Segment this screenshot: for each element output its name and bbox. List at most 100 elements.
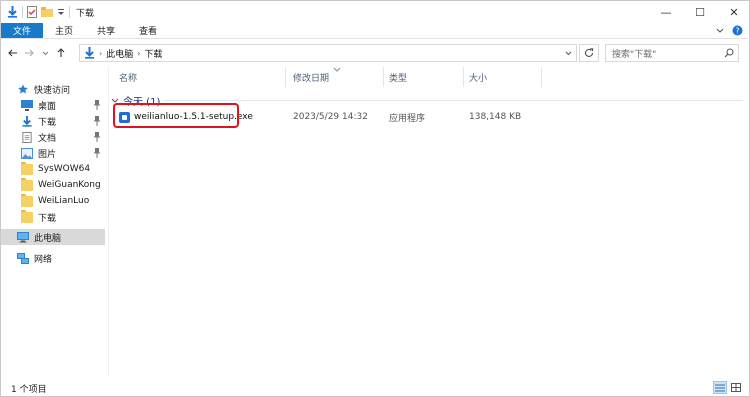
sidebar-item-label: SysWOW64 [38, 164, 91, 174]
file-size: 138,148 KB [469, 112, 522, 122]
sidebar-item-label: 图片 [38, 149, 57, 160]
highlight-annotation-box [113, 103, 239, 128]
close-button[interactable]: ✕ [717, 1, 750, 23]
pin-icon[interactable] [93, 100, 101, 110]
svg-text:?: ? [735, 26, 739, 35]
toolbar-divider [22, 6, 23, 18]
pin-icon[interactable] [93, 132, 101, 142]
download-arrow-icon[interactable] [7, 6, 18, 18]
column-header-type[interactable]: 类型 [389, 67, 407, 87]
column-divider[interactable] [463, 67, 464, 87]
sidebar-item-network[interactable]: 网络 [1, 250, 105, 266]
search-placeholder: 搜索"下载" [612, 49, 657, 60]
sidebar-item-label: 快速访问 [34, 85, 71, 96]
sort-indicator-icon [333, 65, 341, 74]
group-divider [163, 100, 743, 101]
maximize-button[interactable]: ☐ [683, 1, 717, 23]
desktop-icon [21, 99, 33, 111]
pin-icon[interactable] [93, 116, 101, 126]
tab-view[interactable]: 查看 [127, 23, 169, 38]
breadcrumb-downloads[interactable]: 下载 [144, 47, 162, 60]
quick-access-toolbar [1, 6, 70, 18]
sidebar-item-quick-access[interactable]: 快速访问 [1, 81, 105, 97]
chevron-right-icon[interactable]: › [99, 49, 102, 58]
new-folder-icon[interactable] [41, 7, 53, 17]
sidebar-item-label: WeiGuanKong [38, 180, 101, 190]
refresh-icon [585, 48, 594, 57]
download-arrow-icon [85, 47, 94, 59]
sidebar-item-this-pc[interactable]: 此电脑 [1, 229, 105, 245]
tab-home[interactable]: 主页 [43, 23, 85, 38]
breadcrumb-this-pc[interactable]: 此电脑 [106, 47, 133, 60]
view-switcher [713, 381, 743, 394]
properties-icon[interactable] [27, 6, 37, 18]
column-header-name[interactable]: 名称 [119, 67, 137, 87]
folder-icon [21, 193, 33, 207]
up-arrow-icon [57, 48, 65, 57]
chevron-down-icon [42, 51, 48, 55]
sidebar-item-label: 文档 [38, 133, 57, 144]
file-modified: 2023/5/29 14:32 [293, 112, 368, 122]
address-dropdown-button[interactable] [565, 49, 572, 58]
item-count: 1 个项目 [11, 384, 47, 395]
sidebar-item-weiguankong[interactable]: WeiGuanKong [1, 177, 105, 193]
column-header-size[interactable]: 大小 [469, 67, 487, 87]
folder-icon [21, 161, 33, 175]
pictures-icon [21, 147, 33, 159]
tab-file[interactable]: 文件 [1, 23, 44, 38]
refresh-button[interactable] [579, 44, 599, 62]
column-header-modified[interactable]: 修改日期 [293, 67, 329, 87]
forward-button[interactable] [21, 43, 37, 63]
back-arrow-icon [8, 49, 17, 57]
title-bar: 下载 — ☐ ✕ [1, 1, 750, 23]
back-button[interactable] [5, 43, 21, 63]
chevron-down-icon[interactable] [716, 28, 724, 34]
window-controls: — ☐ ✕ [649, 1, 750, 23]
tab-share[interactable]: 共享 [85, 23, 127, 38]
status-bar: 1 个项目 [1, 379, 750, 397]
recent-locations-button[interactable] [37, 43, 53, 63]
star-icon [18, 83, 28, 94]
address-bar[interactable]: › 此电脑 › 下载 [79, 44, 577, 62]
column-divider[interactable] [285, 67, 286, 87]
sidebar-item-downloads[interactable]: 下载 [1, 113, 105, 129]
sidebar-item-syswow64[interactable]: SysWOW64 [1, 161, 105, 177]
toolbar-divider [69, 6, 70, 18]
navigation-pane: 快速访问 桌面 下载 文档 图片 SysWOW64 WeiGuanKong We… [1, 69, 107, 377]
sidebar-item-documents[interactable]: 文档 [1, 129, 105, 145]
details-view-button[interactable] [713, 381, 727, 394]
navigation-bar: › 此电脑 › 下载 搜索"下载" [1, 41, 750, 65]
column-divider[interactable] [383, 67, 384, 87]
file-type: 应用程序 [389, 113, 426, 124]
minimize-button[interactable]: — [649, 1, 683, 23]
sidebar-item-desktop[interactable]: 桌面 [1, 97, 105, 113]
large-icons-view-button[interactable] [729, 381, 743, 394]
explorer-window: 下载 — ☐ ✕ 文件 主页 共享 查看 ? › 此电脑 › 下载 搜索"下载"… [0, 0, 750, 397]
sidebar-item-pictures[interactable]: 图片 [1, 145, 105, 161]
ribbon-tabs: 文件 主页 共享 查看 ? [1, 23, 750, 39]
computer-icon [17, 231, 29, 242]
pane-splitter[interactable] [108, 67, 109, 377]
up-button[interactable] [53, 43, 69, 63]
pin-icon[interactable] [93, 148, 101, 158]
download-arrow-icon [22, 115, 32, 127]
sidebar-item-label: 下载 [38, 117, 57, 128]
chevron-right-icon[interactable]: › [137, 49, 140, 58]
sidebar-item-label: WeiLianLuo [38, 196, 90, 206]
window-title: 下载 [76, 8, 95, 19]
chevron-down-icon [565, 51, 572, 56]
help-icon[interactable]: ? [732, 25, 743, 36]
details-view-icon [715, 384, 725, 391]
network-icon [17, 252, 29, 264]
sidebar-item-downloads-folder[interactable]: 下载 [1, 209, 105, 225]
search-icon[interactable] [724, 48, 734, 58]
search-input[interactable]: 搜索"下载" [605, 44, 739, 62]
folder-icon [21, 209, 33, 223]
folder-icon [21, 177, 33, 191]
column-divider[interactable] [541, 67, 542, 87]
sidebar-item-label: 网络 [34, 254, 53, 265]
sidebar-item-weilianluo[interactable]: WeiLianLuo [1, 193, 105, 209]
customize-dropdown-icon[interactable] [57, 7, 65, 17]
sidebar-item-label: 桌面 [38, 101, 57, 112]
large-icons-view-icon [731, 383, 741, 392]
